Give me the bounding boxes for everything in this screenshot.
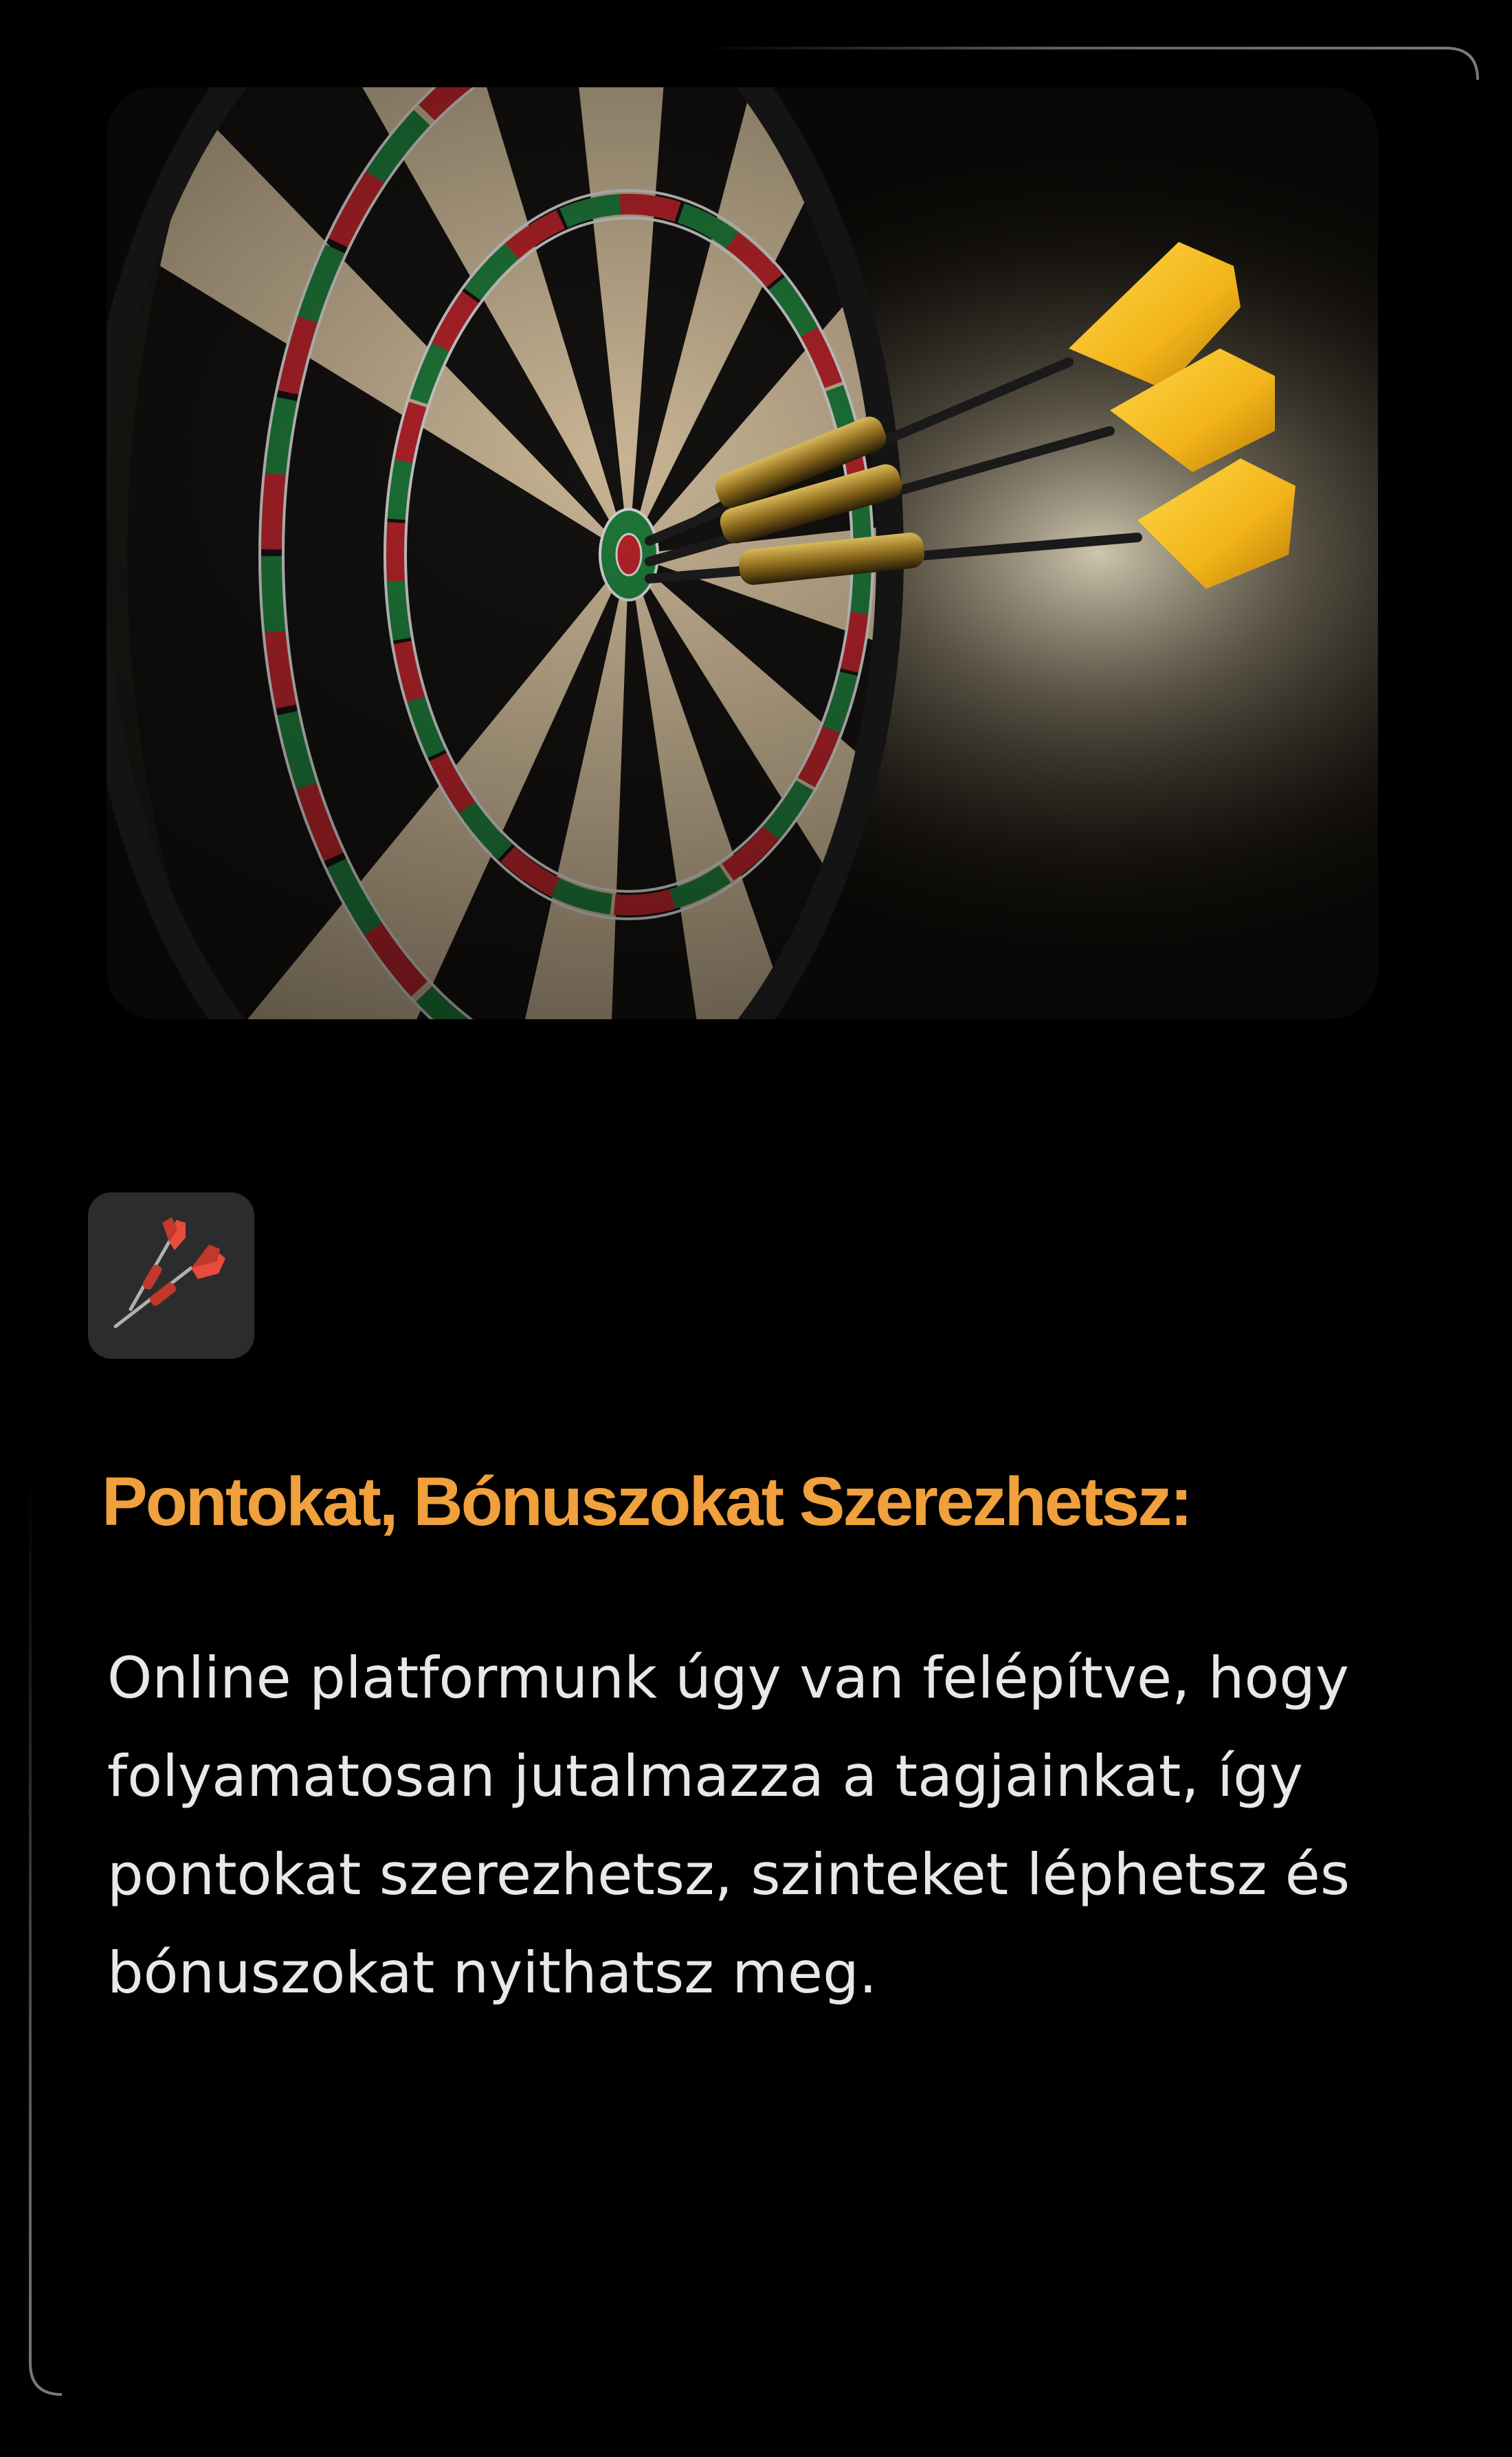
feature-description: Online platformunk úgy van felépítve, ho… — [107, 1645, 1350, 2006]
darts-icon — [113, 1217, 225, 1328]
hero-image — [107, 87, 1378, 1019]
feature-heading: Pontokat, Bónuszokat Szerezhetsz: — [102, 1463, 1193, 1540]
dartboard-with-darts-image — [107, 87, 1378, 1019]
feature-icon-tile — [88, 1192, 254, 1359]
